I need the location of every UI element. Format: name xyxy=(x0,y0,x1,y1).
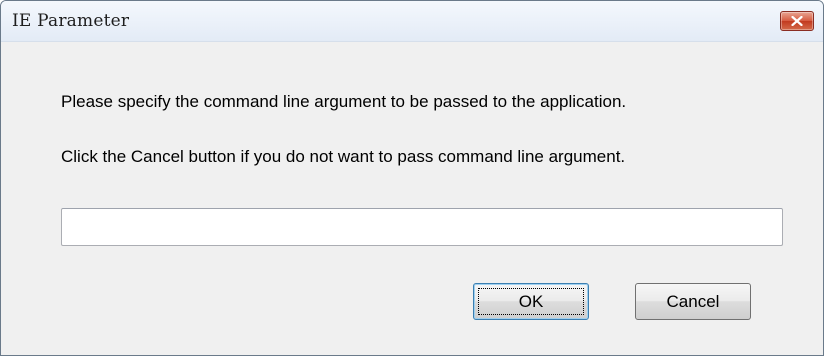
cancel-button[interactable]: Cancel xyxy=(635,283,751,320)
argument-input[interactable] xyxy=(61,208,783,246)
window-title: IE Parameter xyxy=(12,11,130,31)
dialog-body: Please specify the command line argument… xyxy=(1,42,823,355)
title-bar[interactable]: IE Parameter xyxy=(1,1,823,42)
dialog-window: IE Parameter Please specify the command … xyxy=(0,0,824,356)
ok-button-label: OK xyxy=(478,288,584,315)
instruction-text: Please specify the command line argument… xyxy=(61,92,627,111)
ok-button[interactable]: OK xyxy=(473,283,589,320)
close-button[interactable] xyxy=(780,11,814,31)
close-icon xyxy=(791,16,803,26)
cancel-hint-text: Click the Cancel button if you do not wa… xyxy=(61,147,626,166)
